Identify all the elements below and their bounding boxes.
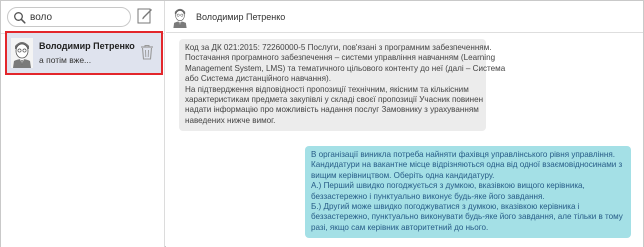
search-box[interactable] (7, 7, 131, 27)
message-line: беззастережно і пунктуально виконує будь… (311, 191, 545, 201)
message-line: наведених нижче вимог. (185, 115, 276, 125)
message-line: Б.) Другий може швидко погоджуватися з д… (311, 202, 580, 212)
message-line: Код за ДК 021:2015: 72260000-5 Послуги, … (185, 43, 492, 52)
message-line: Постачання програмного забезпечення – си… (185, 53, 496, 63)
outgoing-message: В організації виникла потреба найняти фа… (305, 146, 631, 238)
message-line: беззастережно, пунктуально виконувати бу… (311, 212, 623, 222)
message-line: А.) Перший швидко погоджується з думкою,… (311, 181, 585, 191)
messenger-window: Володимир Петренко а потім вже... В (0, 0, 644, 247)
conversation-preview: а потім вже... (39, 55, 92, 65)
avatar (173, 8, 187, 28)
message-line: характеристикам предмета закупівлі у скл… (185, 95, 484, 105)
search-input[interactable] (30, 10, 126, 25)
chat-header: Володимир Петренко (166, 1, 643, 33)
trash-icon[interactable] (140, 44, 154, 60)
conversation-name: Володимир Петренко (39, 41, 135, 51)
chat-panel: Володимир Петренко Код за ДК 021:2015: 7… (166, 1, 643, 247)
message-line: На підтвердження відповідності пропозиці… (185, 84, 469, 94)
conversation-item[interactable]: Володимир Петренко а потім вже... (5, 31, 163, 75)
chat-contact-name: Володимир Петренко (196, 12, 286, 22)
compose-icon[interactable] (137, 7, 153, 25)
avatar (11, 38, 33, 68)
incoming-message: Код за ДК 021:2015: 72260000-5 Послуги, … (179, 39, 506, 131)
message-line: разі, якщо сам керівник авторитетний до … (311, 222, 489, 232)
message-line: В організації виникла потреба найняти фа… (311, 150, 615, 159)
search-icon (14, 12, 26, 24)
message-line: надати інформацію про можливість надання… (185, 105, 479, 115)
message-line: вищим керівництвом. Оберіть одна кандида… (311, 170, 495, 180)
conversation-list-panel: Володимир Петренко а потім вже... (1, 1, 165, 247)
message-line: Кандидатури на вакантне місце відрізняют… (311, 160, 623, 170)
message-line: Management System, LMS) та тематичного ц… (185, 63, 506, 73)
message-line: або Система дистанційного навчання). (185, 74, 331, 84)
